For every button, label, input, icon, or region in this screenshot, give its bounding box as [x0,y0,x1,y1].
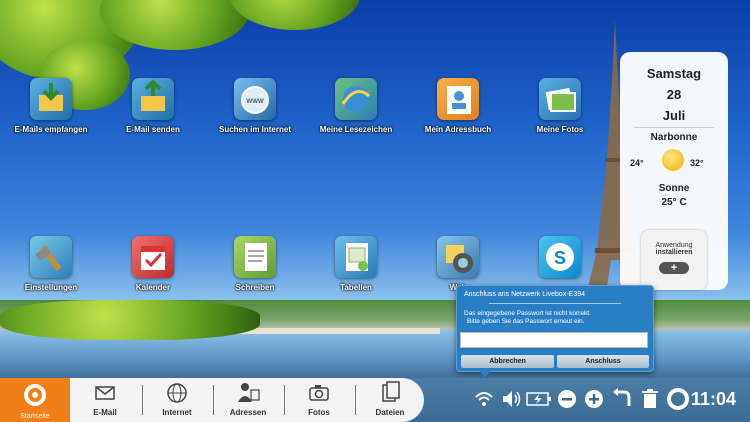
globe-icon [167,383,187,403]
svg-text:S: S [554,248,566,268]
battery-charging-icon[interactable] [526,388,552,410]
weather-condition: Sonne [658,183,690,194]
app-label: Tabellen [340,283,372,292]
tree-foliage [230,0,360,30]
web-search-icon: www [234,78,276,120]
envelope-icon [95,386,115,400]
app-label: Kalender [135,283,171,292]
back-arrow-icon[interactable] [612,388,632,410]
password-input[interactable] [460,332,648,348]
dock-photos[interactable]: Fotos [284,378,354,422]
write-icon [234,236,276,278]
install-label-1: Anwendung [655,242,693,249]
weather-date: 28 [666,87,682,102]
zoom-out-icon[interactable] [557,388,577,410]
app-label: Schreiben [235,283,275,292]
app-settings[interactable]: Einstellungen [6,236,96,292]
app-address-book[interactable]: Mein Adressbuch [413,78,503,134]
home-logo-icon [24,384,46,406]
app-spreadsheet[interactable]: Tabellen [311,236,401,292]
skype-icon: S [539,236,581,278]
divider [634,127,714,128]
error-message: Das eingegebene Passwort ist nicht korre… [464,310,591,317]
dock-email[interactable]: E-Mail [70,378,140,422]
address-book-icon [437,78,479,120]
calendar-icon [132,236,174,278]
trees-bank [0,300,260,340]
dock-files[interactable]: Dateien [355,378,425,422]
app-label: E-Mail senden [126,125,180,134]
install-app-button[interactable]: Anwendung installieren + [641,230,707,290]
photos-icon [539,78,581,120]
app-label: Suchen im Internet [218,125,291,134]
dock-label: Fotos [308,408,330,417]
email-receive-icon [30,78,72,120]
install-label-2: installieren [655,249,693,256]
spreadsheet-icon [335,236,377,278]
volume-icon[interactable] [500,388,522,410]
dock-internet[interactable]: Internet [142,378,212,422]
email-send-icon [132,78,174,120]
dock-addresses[interactable]: Adressen [213,378,283,422]
connect-button[interactable]: Anschluss [557,355,649,368]
clock: 11:04 [691,389,737,409]
app-label: Meine Fotos [536,125,584,134]
weather-day: Samstag [646,66,702,81]
app-skype[interactable]: S [515,236,605,283]
app-email-send[interactable]: E-Mail senden [108,78,198,134]
app-web-search[interactable]: www Suchen im Internet [210,78,300,134]
app-calendar[interactable]: Kalender [108,236,198,292]
settings-icon [30,236,72,278]
plus-icon: + [659,262,689,274]
dialog-pointer [479,370,491,378]
dock-label: Adressen [229,408,267,417]
svg-text:www: www [245,96,264,105]
trash-icon[interactable] [640,388,660,410]
retry-message: Bitte geben Sie das Passwort erneut ein. [467,318,585,325]
weather-max: 32° [690,158,704,168]
camera-icon [309,385,329,401]
dock-label: Dateien [375,408,405,417]
app-email-receive[interactable]: E-Mails empfangen [6,78,96,134]
app-write[interactable]: Schreiben [210,236,300,292]
contacts-icon [238,383,260,402]
divider [489,303,621,304]
cancel-button[interactable]: Abbrechen [461,355,554,368]
wifi-password-dialog: Anschluss ans Netzwerk Livebox-E394 Das … [456,285,654,378]
app-label: E-Mails empfangen [14,125,88,134]
webcam-icon [437,236,479,278]
bookmarks-icon [335,78,377,120]
weather-month: Juli [662,108,686,123]
weather-min: 24° [630,158,644,168]
dialog-title: Anschluss ans Netzwerk Livebox-E394 [464,291,586,298]
app-label: Einstellungen [24,283,78,292]
files-icon [382,381,400,402]
app-label: Mein Adressbuch [424,125,492,134]
app-webcam[interactable]: Web [413,236,503,292]
dock-label: E-Mail [93,408,117,417]
weather-city: Narbonne [650,132,698,143]
help-lifebuoy-icon[interactable] [667,388,689,410]
weather-current: 25° C [661,197,687,208]
app-label: Meine Lesezeichen [319,125,393,134]
start-label: Startseite [20,413,50,420]
app-bookmarks[interactable]: Meine Lesezeichen [311,78,401,134]
dock-label: Internet [162,408,192,417]
app-photos[interactable]: Meine Fotos [515,78,605,134]
start-button[interactable]: Startseite [0,378,70,422]
sun-icon [662,149,684,171]
zoom-in-icon[interactable] [584,388,604,410]
wifi-icon[interactable] [474,388,494,410]
